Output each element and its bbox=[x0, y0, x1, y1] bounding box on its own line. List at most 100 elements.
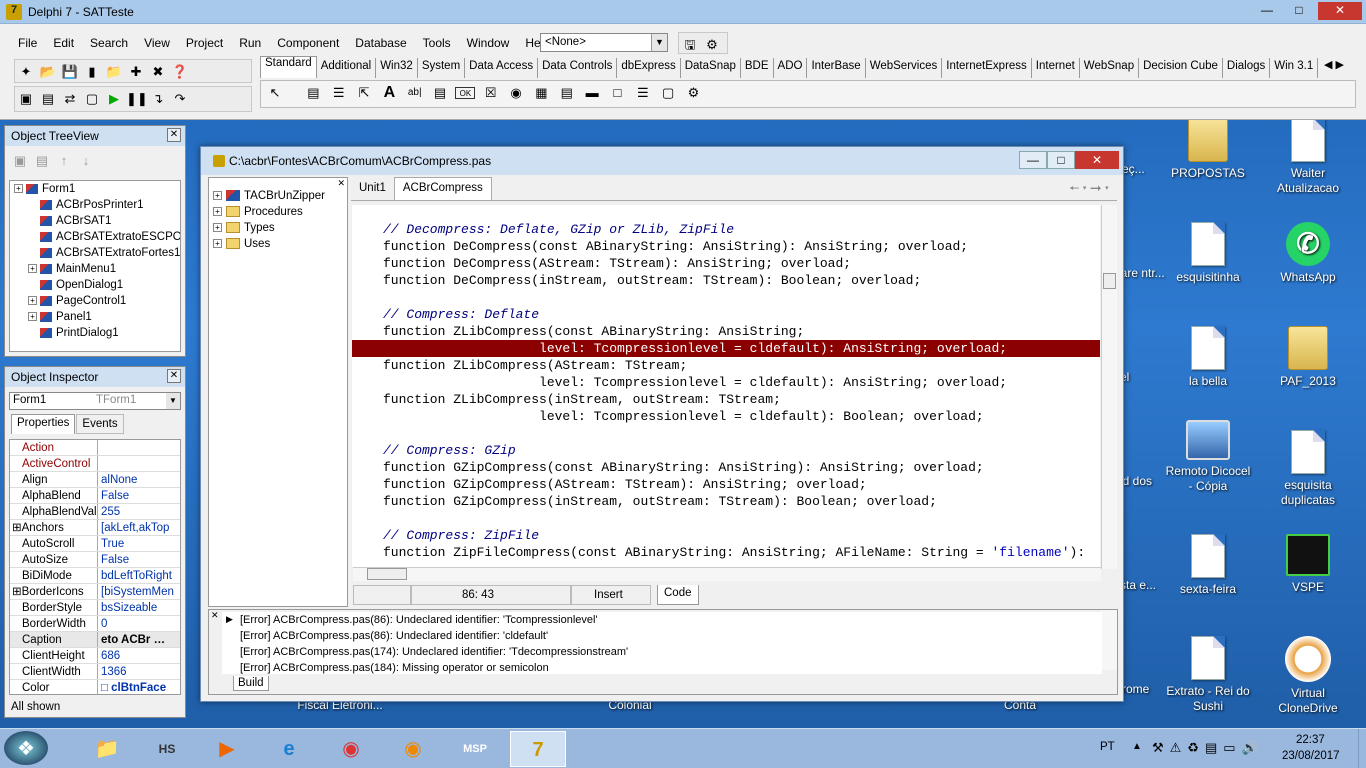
media-player-icon[interactable]: ▶ bbox=[200, 731, 254, 767]
palette-tab[interactable]: Additional bbox=[317, 58, 377, 78]
property-row[interactable]: ActiveControl bbox=[10, 456, 180, 472]
palette-tab[interactable]: DataSnap bbox=[681, 58, 741, 78]
message-row[interactable]: [Error] ACBrCompress.pas(184): Missing o… bbox=[222, 660, 1102, 674]
code-line[interactable]: // Compress: Deflate bbox=[352, 306, 1100, 323]
property-value[interactable]: bdLeftToRight bbox=[98, 568, 180, 583]
menu-item-view[interactable]: View bbox=[136, 32, 178, 56]
tree-item[interactable]: ACBrPosPrinter1 bbox=[10, 197, 180, 213]
delete-item-icon[interactable]: ▤ bbox=[32, 151, 52, 171]
language-indicator[interactable]: PT bbox=[1100, 741, 1115, 753]
minimize-button[interactable]: — bbox=[1252, 2, 1282, 20]
save-all-icon[interactable]: ▮ bbox=[82, 62, 102, 82]
close-button[interactable]: ✕ bbox=[1318, 2, 1362, 20]
trace-into-icon[interactable]: ↴ bbox=[148, 89, 168, 109]
property-row[interactable]: BorderWidth 0 bbox=[10, 616, 180, 632]
internet-explorer-icon[interactable]: e bbox=[262, 731, 316, 767]
property-row[interactable]: Align alNone bbox=[10, 472, 180, 488]
radiogroup-icon[interactable]: ☰ bbox=[633, 83, 653, 103]
code-line[interactable]: function GZipCompress(AStream: TStream):… bbox=[352, 476, 1100, 493]
palette-tab[interactable]: System bbox=[418, 58, 466, 78]
expand-icon[interactable]: + bbox=[14, 184, 23, 194]
checkbox-icon[interactable]: ☒ bbox=[481, 83, 501, 103]
property-row[interactable]: Action bbox=[10, 440, 180, 456]
navigate-arrows-icon[interactable]: 🠔 ▾ ➞ ▾ bbox=[1061, 177, 1117, 200]
expand-icon[interactable]: + bbox=[213, 223, 222, 233]
palette-tab[interactable]: BDE bbox=[741, 58, 774, 78]
property-row[interactable]: BorderStyle bsSizeable bbox=[10, 600, 180, 616]
property-value[interactable]: 686 bbox=[98, 648, 180, 663]
expand-icon[interactable]: + bbox=[213, 191, 222, 201]
code-line[interactable]: function DeCompress(inStream, outStream:… bbox=[352, 272, 1100, 289]
desktop-icon[interactable]: PAF_2013 bbox=[1264, 326, 1352, 389]
chevron-down-icon[interactable]: ▼ bbox=[166, 393, 180, 409]
remove-file-icon[interactable]: ✖ bbox=[148, 62, 168, 82]
memo-icon[interactable]: ▤ bbox=[430, 83, 450, 103]
open-project-icon[interactable]: 📁 bbox=[104, 62, 124, 82]
start-button-icon[interactable]: ❖ bbox=[4, 731, 48, 765]
code-line[interactable] bbox=[352, 510, 1100, 527]
property-value[interactable]: 255 bbox=[98, 504, 180, 519]
help-icon[interactable]: ❓ bbox=[170, 62, 190, 82]
save-desktop-icon[interactable]: 🖫 bbox=[680, 35, 700, 55]
code-line[interactable] bbox=[352, 289, 1100, 306]
explorer-item[interactable]: + Procedures bbox=[209, 204, 347, 220]
palette-tab[interactable]: Data Access bbox=[465, 58, 539, 78]
code-line[interactable]: level: Tcompressionlevel = cldefault): B… bbox=[352, 408, 1100, 425]
step-over-icon[interactable]: ↷ bbox=[170, 89, 190, 109]
expand-icon[interactable]: + bbox=[213, 239, 222, 249]
expand-icon[interactable]: + bbox=[213, 207, 222, 217]
new-item-icon[interactable]: ▣ bbox=[10, 151, 30, 171]
label-icon[interactable]: A bbox=[379, 83, 399, 103]
palette-tab[interactable]: WebServices bbox=[866, 58, 943, 78]
tab-build[interactable]: Build bbox=[233, 676, 269, 691]
property-value[interactable]: False bbox=[98, 552, 180, 567]
hs-app-icon[interactable]: HS bbox=[140, 731, 194, 767]
code-vertical-scrollbar[interactable] bbox=[1101, 205, 1117, 569]
palette-tab[interactable]: InternetExpress bbox=[942, 58, 1032, 78]
panel-icon[interactable]: ▢ bbox=[658, 83, 678, 103]
scroll-thumb[interactable] bbox=[1103, 273, 1116, 289]
code-line[interactable]: function ZipFileCompress(const ABinarySt… bbox=[352, 544, 1100, 561]
tray-expand-icon[interactable]: ▲ bbox=[1132, 741, 1142, 752]
listbox-icon[interactable]: ▦ bbox=[531, 83, 551, 103]
menu-item-run[interactable]: Run bbox=[231, 32, 269, 56]
open-icon[interactable]: 📂 bbox=[38, 62, 58, 82]
view-unit-icon[interactable]: ▣ bbox=[16, 89, 36, 109]
property-value[interactable]: 1366 bbox=[98, 664, 180, 679]
tree-item[interactable]: + Form1 bbox=[10, 181, 180, 197]
explorer-item[interactable]: + Types bbox=[209, 220, 347, 236]
desktop-icon[interactable]: Extrato - Rei do Sushi bbox=[1164, 636, 1252, 714]
menu-item-database[interactable]: Database bbox=[347, 32, 414, 56]
message-row[interactable]: [Error] ACBrCompress.pas(174): Undeclare… bbox=[222, 644, 1102, 660]
desktop-icon[interactable]: ✆ WhatsApp bbox=[1264, 222, 1352, 285]
firefox-icon[interactable]: ◉ bbox=[386, 731, 440, 767]
palette-scroll-arrows[interactable]: ◀ ▶ bbox=[1324, 58, 1344, 71]
menu-item-search[interactable]: Search bbox=[82, 32, 136, 56]
code-line[interactable]: // Compress: ZipFile bbox=[352, 527, 1100, 544]
property-row[interactable]: BiDiMode bdLeftToRight bbox=[10, 568, 180, 584]
menu-item-window[interactable]: Window bbox=[459, 32, 518, 56]
arrow-up-icon[interactable]: ↑ bbox=[54, 151, 74, 171]
pause-icon[interactable]: ❚❚ bbox=[126, 89, 148, 109]
palette-tab[interactable]: Decision Cube bbox=[1139, 58, 1223, 78]
run-icon[interactable]: ▶ bbox=[104, 89, 124, 109]
tab-properties[interactable]: Properties bbox=[11, 414, 76, 434]
code-area[interactable]: // Decompress: Deflate, GZip or ZLib, Zi… bbox=[352, 205, 1100, 567]
tree-item[interactable]: ACBrSAT1 bbox=[10, 213, 180, 229]
desktop-icon[interactable]: PROPOSTAS bbox=[1164, 118, 1252, 181]
code-line[interactable]: function ZLibCompress(AStream: TStream; bbox=[352, 357, 1100, 374]
edit-icon[interactable]: ab| bbox=[405, 83, 425, 103]
palette-tab[interactable]: dbExpress bbox=[617, 58, 681, 78]
message-row[interactable]: [Error] ACBrCompress.pas(86): Undeclared… bbox=[222, 612, 1102, 628]
clock-time[interactable]: 22:37 bbox=[1296, 734, 1325, 746]
property-value[interactable]: bsSizeable bbox=[98, 600, 180, 615]
scrollbar-icon[interactable]: ▬ bbox=[582, 83, 602, 103]
property-row[interactable]: Color □ clBtnFace bbox=[10, 680, 180, 694]
messages-scrollbar[interactable] bbox=[1101, 610, 1117, 670]
frames-icon[interactable]: ▤ bbox=[303, 83, 323, 103]
property-value[interactable]: [biSystemMen bbox=[98, 584, 180, 599]
tree-item[interactable]: ACBrSATExtratoFortes1 bbox=[10, 245, 180, 261]
code-line[interactable]: function GZipCompress(inStream, outStrea… bbox=[352, 493, 1100, 510]
close-icon[interactable]: ✕ bbox=[167, 128, 181, 142]
tab-code[interactable]: Code bbox=[657, 585, 699, 605]
